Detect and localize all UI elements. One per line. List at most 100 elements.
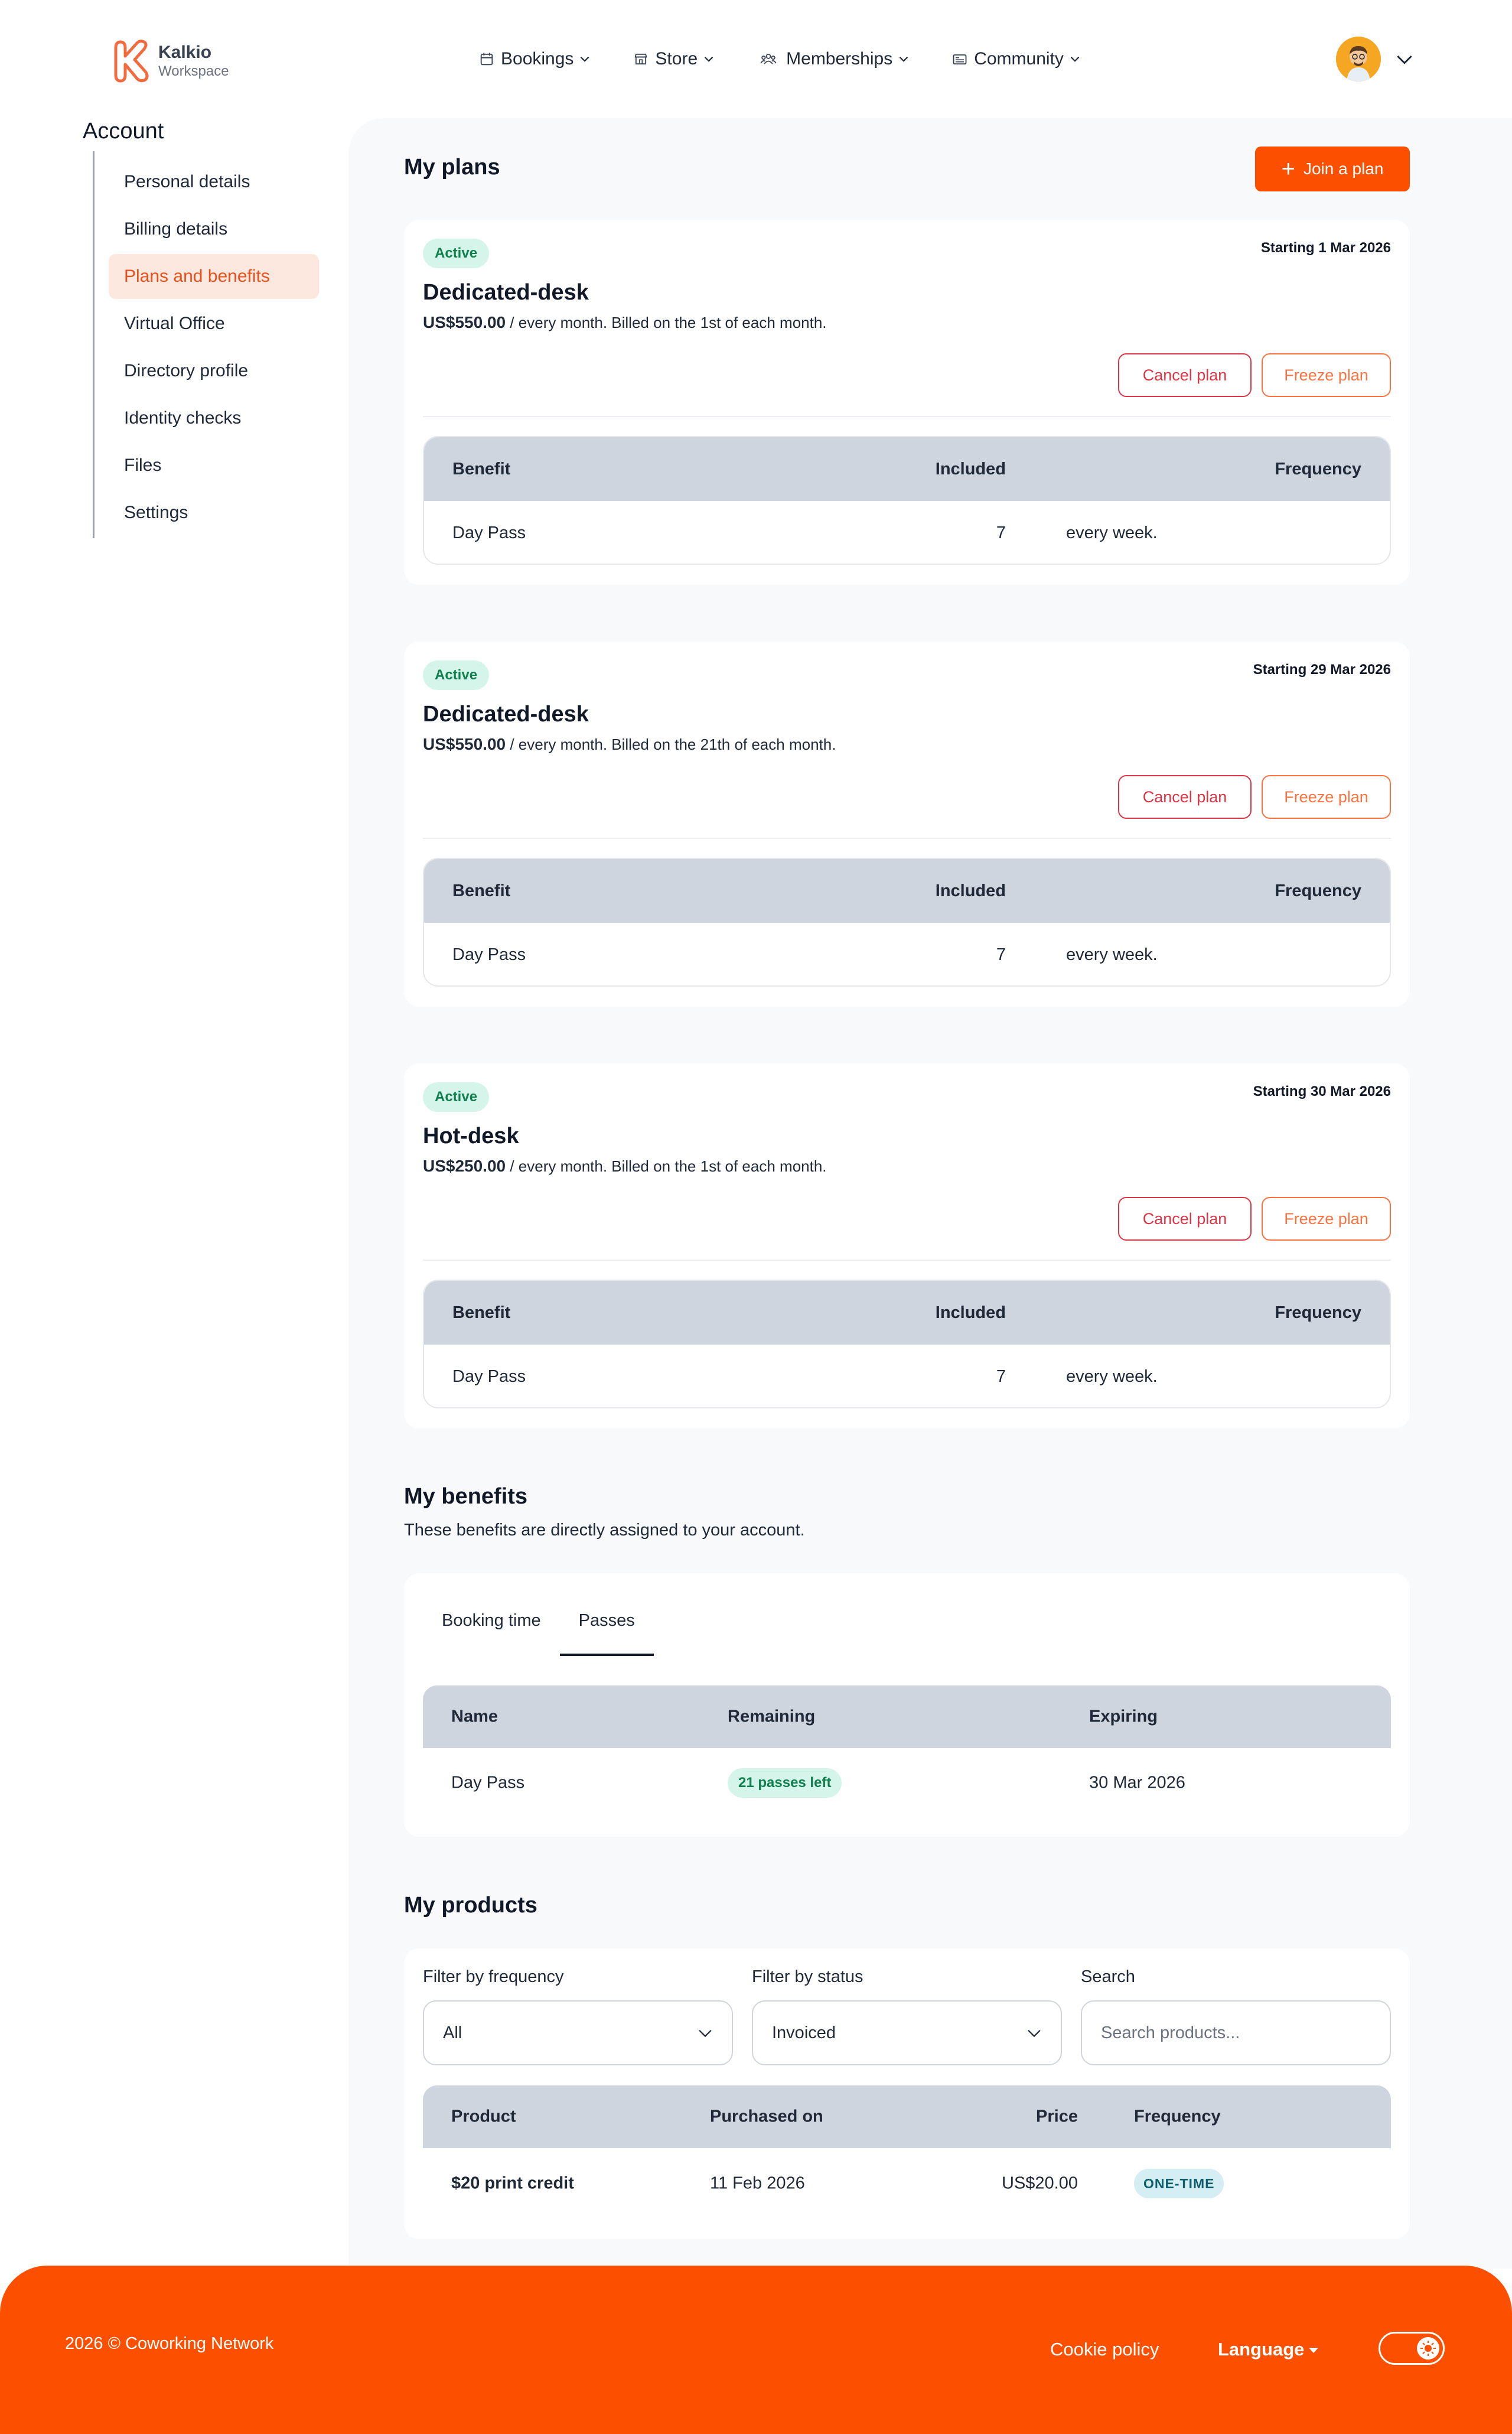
table-row: Day Pass 21 passes left 30 Mar 2026 bbox=[423, 1748, 1391, 1818]
nav-memberships-label: Memberships bbox=[786, 49, 893, 69]
sidebar-item-files[interactable]: Files bbox=[109, 443, 319, 488]
plan-price-line: US$250.00 / every month. Billed on the 1… bbox=[423, 1157, 827, 1175]
nav-bookings-label: Bookings bbox=[501, 49, 574, 69]
col-included: Included bbox=[935, 1303, 1006, 1322]
nav-memberships[interactable]: Memberships bbox=[757, 49, 911, 69]
cell-product: $20 print credit bbox=[451, 2173, 574, 2193]
theme-toggle[interactable] bbox=[1379, 2332, 1445, 2365]
table-row: Day Pass 7 every week. bbox=[424, 501, 1390, 564]
avatar bbox=[1336, 37, 1381, 82]
plan-price: US$550.00 bbox=[423, 313, 506, 331]
col-benefit: Benefit bbox=[452, 459, 511, 479]
chevron-down-icon bbox=[1028, 2029, 1041, 2038]
plan-name: Dedicated-desk bbox=[423, 280, 589, 305]
filter-frequency-select[interactable]: All bbox=[423, 2000, 733, 2065]
passes-table: Name Remaining Expiring Day Pass 21 pass… bbox=[423, 1685, 1391, 1818]
cell-frequency: every week. bbox=[1066, 523, 1158, 542]
chevron-down-icon bbox=[699, 2029, 712, 2038]
cell-expiring: 30 Mar 2026 bbox=[1089, 1773, 1185, 1792]
plan-start-date: Starting 29 Mar 2026 bbox=[1253, 662, 1391, 678]
freeze-plan-button[interactable]: Freeze plan bbox=[1262, 1197, 1391, 1241]
plan-price: US$550.00 bbox=[423, 735, 506, 753]
plan-start-date: Starting 1 Mar 2026 bbox=[1260, 240, 1391, 256]
divider bbox=[423, 1260, 1391, 1261]
plan-card: Active Starting 1 Mar 2026 Dedicated-des… bbox=[404, 220, 1410, 585]
tab-passes[interactable]: Passes bbox=[559, 1597, 654, 1656]
my-benefits-subtitle: These benefits are directly assigned to … bbox=[404, 1521, 805, 1540]
col-remaining: Remaining bbox=[728, 1707, 816, 1726]
col-frequency: Frequency bbox=[1275, 459, 1361, 479]
join-plan-label: Join a plan bbox=[1303, 160, 1384, 178]
nav-bookings[interactable]: Bookings bbox=[478, 49, 592, 69]
col-frequency: Frequency bbox=[1134, 2107, 1221, 2126]
cell-included: 7 bbox=[996, 523, 1006, 542]
nav-store[interactable]: Store bbox=[633, 49, 716, 69]
divider bbox=[423, 838, 1391, 839]
tab-booking-time[interactable]: Booking time bbox=[423, 1597, 560, 1656]
table-header: Product Purchased on Price Frequency bbox=[423, 2085, 1391, 2148]
chevron-down-icon bbox=[581, 56, 589, 62]
sidebar-item-billing-details[interactable]: Billing details bbox=[109, 207, 319, 252]
sidebar-title: Account bbox=[83, 119, 164, 144]
table-header: Benefit Included Frequency bbox=[424, 859, 1390, 923]
plan-name: Dedicated-desk bbox=[423, 702, 589, 727]
freeze-plan-button[interactable]: Freeze plan bbox=[1262, 775, 1391, 819]
cell-included: 7 bbox=[996, 945, 1006, 964]
my-benefits-title: My benefits bbox=[404, 1484, 528, 1509]
chevron-down-icon bbox=[1397, 55, 1412, 64]
plan-card: Active Starting 30 Mar 2026 Hot-desk US$… bbox=[404, 1063, 1410, 1428]
table-row: $20 print credit 11 Feb 2026 US$20.00 ON… bbox=[423, 2148, 1391, 2219]
sidebar-item-settings[interactable]: Settings bbox=[109, 490, 319, 535]
cell-frequency: every week. bbox=[1066, 945, 1158, 964]
status-badge: Active bbox=[423, 1082, 490, 1112]
calendar-icon bbox=[480, 53, 493, 66]
caret-down-icon bbox=[1309, 2348, 1319, 2354]
plan-price-line: US$550.00 / every month. Billed on the 2… bbox=[423, 735, 836, 753]
plan-name: Hot-desk bbox=[423, 1124, 519, 1148]
col-name: Name bbox=[451, 1707, 498, 1726]
brand-sub: Workspace bbox=[158, 63, 229, 79]
search-input[interactable] bbox=[1101, 2023, 1371, 2043]
cookie-policy-link[interactable]: Cookie policy bbox=[1050, 2339, 1159, 2360]
cell-benefit: Day Pass bbox=[452, 945, 526, 964]
nav-community[interactable]: Community bbox=[951, 49, 1083, 69]
my-products-title: My products bbox=[404, 1893, 537, 1918]
col-frequency: Frequency bbox=[1275, 881, 1361, 900]
table-header: Name Remaining Expiring bbox=[423, 1685, 1391, 1748]
products-table: Product Purchased on Price Frequency $20… bbox=[423, 2085, 1391, 2219]
footer-copyright: 2026 © Coworking Network bbox=[65, 2334, 274, 2353]
chevron-down-icon bbox=[899, 56, 908, 62]
table-row: Day Pass 7 every week. bbox=[424, 923, 1390, 985]
toggle-knob bbox=[1417, 2337, 1439, 2360]
filter-status-select[interactable]: Invoiced bbox=[752, 2000, 1062, 2065]
user-menu[interactable] bbox=[1336, 37, 1416, 82]
logo[interactable]: Kalkio Workspace bbox=[112, 35, 289, 86]
col-product: Product bbox=[451, 2107, 516, 2126]
cancel-plan-button[interactable]: Cancel plan bbox=[1118, 353, 1252, 397]
plan-billing: every month. Billed on the 21th of each … bbox=[518, 736, 836, 753]
col-expiring: Expiring bbox=[1089, 1707, 1158, 1726]
user-avatar-icon bbox=[1336, 37, 1381, 82]
cancel-plan-button[interactable]: Cancel plan bbox=[1118, 775, 1252, 819]
plan-card: Active Starting 29 Mar 2026 Dedicated-de… bbox=[404, 642, 1410, 1007]
benefits-card: Booking time Passes Name Remaining Expir… bbox=[404, 1573, 1410, 1837]
filter-status-value: Invoiced bbox=[772, 2023, 836, 2042]
language-dropdown[interactable]: Language bbox=[1218, 2339, 1319, 2360]
main-nav: Bookings Store Memberships Community bbox=[478, 46, 1123, 72]
cell-frequency: every week. bbox=[1066, 1366, 1158, 1386]
sidebar-item-directory-profile[interactable]: Directory profile bbox=[109, 349, 319, 393]
plan-start-date: Starting 30 Mar 2026 bbox=[1253, 1083, 1391, 1099]
sidebar-item-identity-checks[interactable]: Identity checks bbox=[109, 396, 319, 441]
freeze-plan-button[interactable]: Freeze plan bbox=[1262, 353, 1391, 397]
col-included: Included bbox=[935, 881, 1006, 900]
sidebar-item-virtual-office[interactable]: Virtual Office bbox=[109, 301, 319, 346]
chevron-down-icon bbox=[704, 56, 713, 62]
sidebar-item-personal-details[interactable]: Personal details bbox=[109, 160, 319, 204]
plan-billing: every month. Billed on the 1st of each m… bbox=[518, 314, 827, 331]
sidebar-item-plans-and-benefits[interactable]: Plans and benefits bbox=[109, 254, 319, 299]
join-plan-button[interactable]: + Join a plan bbox=[1255, 147, 1410, 191]
cell-purchased: 11 Feb 2026 bbox=[710, 2173, 805, 2193]
sidebar-list: Personal details Billing details Plans a… bbox=[93, 151, 320, 538]
remaining-badge: 21 passes left bbox=[728, 1768, 842, 1798]
cancel-plan-button[interactable]: Cancel plan bbox=[1118, 1197, 1252, 1241]
